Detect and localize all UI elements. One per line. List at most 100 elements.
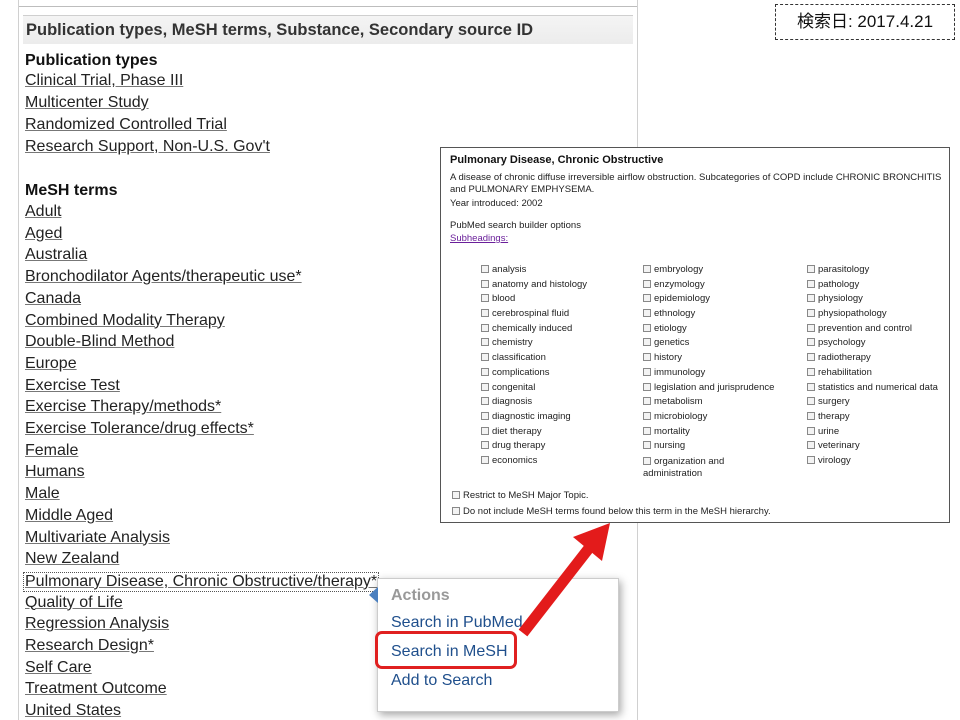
subheading-option[interactable]: economics <box>481 454 641 469</box>
subheading-checkbox[interactable] <box>643 294 651 303</box>
subheadings-link[interactable]: Subheadings: <box>450 233 508 244</box>
subheading-option[interactable]: legislation and jurisprudence <box>643 381 803 396</box>
subheading-option[interactable]: microbiology <box>643 410 803 425</box>
subheading-option[interactable]: congenital <box>481 381 641 396</box>
mesh-term-link[interactable]: Multivariate Analysis <box>25 529 170 547</box>
mesh-term-link[interactable]: Double-Blind Method <box>25 333 174 351</box>
mesh-term-link[interactable]: Treatment Outcome <box>25 680 167 698</box>
add-to-search-link[interactable]: Add to Search <box>391 672 492 690</box>
subheading-option[interactable]: cerebrospinal fluid <box>481 307 641 322</box>
mesh-term-link[interactable]: Female <box>25 442 78 460</box>
subheading-option[interactable]: veterinary <box>807 439 960 454</box>
mesh-term-link[interactable]: Exercise Test <box>25 377 120 395</box>
subheading-checkbox[interactable] <box>643 323 651 332</box>
subheading-checkbox[interactable] <box>481 411 489 420</box>
subheading-checkbox[interactable] <box>807 279 815 288</box>
subheading-option[interactable]: immunology <box>643 366 803 381</box>
mesh-term-link[interactable]: Aged <box>25 225 62 243</box>
subheading-checkbox[interactable] <box>807 382 815 391</box>
subheading-checkbox[interactable] <box>807 455 815 464</box>
mesh-term-link[interactable]: Male <box>25 485 60 503</box>
subheading-option[interactable]: analysis <box>481 263 641 278</box>
no-explode-option[interactable]: Do not include MeSH terms found below th… <box>452 506 771 517</box>
subheading-checkbox[interactable] <box>481 367 489 376</box>
mesh-term-link[interactable]: Exercise Therapy/methods* <box>25 398 221 416</box>
mesh-term-link[interactable]: Europe <box>25 355 77 373</box>
subheading-checkbox[interactable] <box>643 426 651 435</box>
subheading-option[interactable]: anatomy and histology <box>481 278 641 293</box>
mesh-term-link[interactable]: New Zealand <box>25 550 119 568</box>
restrict-major-checkbox[interactable] <box>452 491 460 499</box>
subheading-option[interactable]: classification <box>481 351 641 366</box>
subheading-checkbox[interactable] <box>643 353 651 362</box>
subheading-checkbox[interactable] <box>807 353 815 362</box>
mesh-term-link[interactable]: Regression Analysis <box>25 615 169 633</box>
publication-type-link[interactable]: Clinical Trial, Phase III <box>25 72 183 90</box>
subheading-checkbox[interactable] <box>643 382 651 391</box>
subheading-checkbox[interactable] <box>481 309 489 318</box>
subheading-checkbox[interactable] <box>807 294 815 303</box>
subheading-option[interactable]: mortality <box>643 425 803 440</box>
subheading-checkbox[interactable] <box>481 279 489 288</box>
subheading-checkbox[interactable] <box>481 441 489 450</box>
mesh-term-link[interactable]: Self Care <box>25 659 92 677</box>
subheading-checkbox[interactable] <box>807 441 815 450</box>
subheading-option[interactable]: prevention and control <box>807 322 960 337</box>
mesh-term-link[interactable]: Pulmonary Disease, Chronic Obstructive/t… <box>23 571 380 592</box>
subheading-option[interactable]: rehabilitation <box>807 366 960 381</box>
subheading-option[interactable]: pathology <box>807 278 960 293</box>
subheading-option[interactable]: chemistry <box>481 336 641 351</box>
mesh-term-link[interactable]: Combined Modality Therapy <box>25 312 225 330</box>
subheading-checkbox[interactable] <box>807 411 815 420</box>
subheading-checkbox[interactable] <box>481 353 489 362</box>
subheading-option[interactable]: ethnology <box>643 307 803 322</box>
mesh-term-link[interactable]: Bronchodilator Agents/therapeutic use* <box>25 268 302 286</box>
subheading-option[interactable]: urine <box>807 425 960 440</box>
subheading-checkbox[interactable] <box>807 265 815 273</box>
subheading-checkbox[interactable] <box>481 338 489 347</box>
no-explode-checkbox[interactable] <box>452 507 460 515</box>
subheading-option[interactable]: diagnosis <box>481 395 641 410</box>
mesh-term-link[interactable]: Humans <box>25 463 85 481</box>
subheading-option[interactable]: radiotherapy <box>807 351 960 366</box>
subheading-option[interactable]: virology <box>807 454 960 469</box>
subheading-checkbox[interactable] <box>807 367 815 376</box>
subheading-option[interactable]: drug therapy <box>481 439 641 454</box>
subheading-option[interactable]: etiology <box>643 322 803 337</box>
subheading-checkbox[interactable] <box>481 382 489 391</box>
subheading-option[interactable]: surgery <box>807 395 960 410</box>
mesh-term-link[interactable]: Canada <box>25 290 81 308</box>
subheading-option[interactable]: chemically induced <box>481 322 641 337</box>
subheading-checkbox[interactable] <box>643 441 651 450</box>
subheading-checkbox[interactable] <box>807 397 815 406</box>
publication-type-link[interactable]: Multicenter Study <box>25 94 149 112</box>
mesh-term-link[interactable]: Middle Aged <box>25 507 113 525</box>
subheading-option[interactable]: statistics and numerical data <box>807 381 960 396</box>
subheading-option[interactable]: complications <box>481 366 641 381</box>
subheading-checkbox[interactable] <box>643 338 651 347</box>
subheading-option[interactable]: psychology <box>807 336 960 351</box>
subheading-checkbox[interactable] <box>807 426 815 435</box>
publication-type-link[interactable]: Randomized Controlled Trial <box>25 116 227 134</box>
subheading-option[interactable]: embryology <box>643 263 803 278</box>
subheading-checkbox[interactable] <box>481 455 489 464</box>
subheading-checkbox[interactable] <box>643 367 651 376</box>
subheading-option[interactable]: metabolism <box>643 395 803 410</box>
subheading-checkbox[interactable] <box>643 309 651 318</box>
mesh-term-link[interactable]: Exercise Tolerance/drug effects* <box>25 420 254 438</box>
mesh-term-link[interactable]: United States <box>25 702 121 720</box>
subheading-checkbox[interactable] <box>643 456 651 465</box>
subheading-option[interactable]: enzymology <box>643 278 803 293</box>
subheading-checkbox[interactable] <box>481 426 489 435</box>
subheading-option[interactable]: physiology <box>807 292 960 307</box>
subheading-option[interactable]: diagnostic imaging <box>481 410 641 425</box>
subheading-checkbox[interactable] <box>643 397 651 406</box>
mesh-term-link[interactable]: Adult <box>25 203 61 221</box>
subheading-checkbox[interactable] <box>807 338 815 347</box>
subheading-option[interactable]: organization and administration <box>643 454 753 480</box>
subheading-option[interactable]: genetics <box>643 336 803 351</box>
subheading-option[interactable]: parasitology <box>807 263 960 278</box>
subheading-checkbox[interactable] <box>807 309 815 318</box>
mesh-term-link[interactable]: Research Design* <box>25 637 154 655</box>
subheading-checkbox[interactable] <box>807 323 815 332</box>
